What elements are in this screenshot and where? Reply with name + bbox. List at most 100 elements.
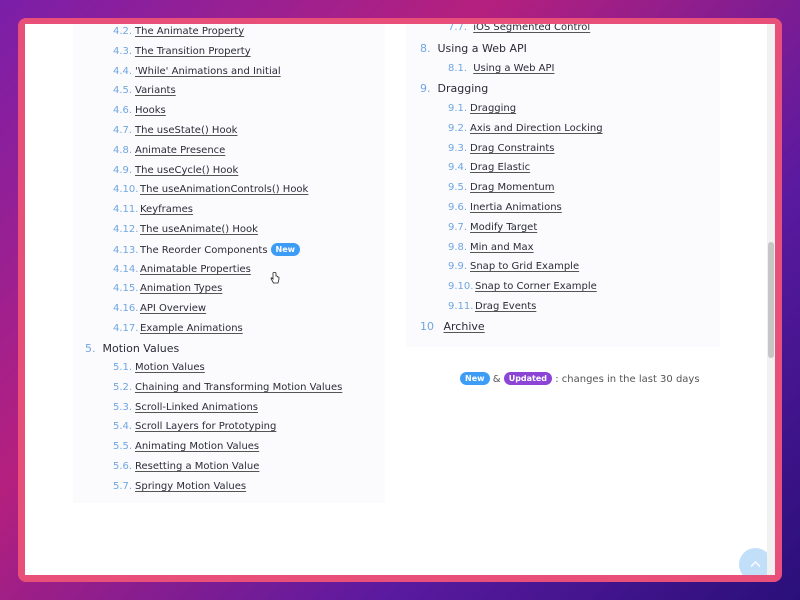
- toc-item[interactable]: 4.15. Animation Types: [113, 282, 222, 296]
- toc-item-link[interactable]: Animate Presence: [135, 145, 225, 156]
- toc-item-link[interactable]: The Reorder Components: [140, 245, 268, 256]
- toc-section-link[interactable]: Archive: [444, 320, 485, 333]
- toc-item-link[interactable]: Scroll-Linked Animations: [135, 402, 258, 413]
- toc-item-link[interactable]: Animation Types: [140, 283, 222, 294]
- toc-item-link[interactable]: Keyframes: [140, 204, 193, 215]
- toc-item-link[interactable]: The useAnimationControls() Hook: [140, 184, 308, 195]
- toc-section-dragging[interactable]: 9. Dragging: [420, 82, 488, 96]
- toc-item-link[interactable]: Resetting a Motion Value: [135, 461, 259, 472]
- toc-item[interactable]: 5.3. Scroll-Linked Animations: [113, 401, 258, 415]
- toc-item[interactable]: 4.6. Hooks: [113, 104, 166, 118]
- toc-item[interactable]: 5.6. Resetting a Motion Value: [113, 460, 259, 474]
- toc-item[interactable]: 4.10. The useAnimationControls() Hook: [113, 183, 308, 197]
- toc-item[interactable]: 4.7. The useState() Hook: [113, 124, 237, 138]
- toc-section-number: 8.: [420, 42, 431, 55]
- toc-item-link[interactable]: The Transition Property: [135, 46, 251, 57]
- toc-item-link[interactable]: API Overview: [140, 303, 206, 314]
- toc-item-link[interactable]: Scroll Layers for Prototyping: [135, 421, 276, 432]
- toc-item-number: 4.4.: [113, 65, 133, 77]
- toc-item-link[interactable]: iOS Segmented Control: [473, 24, 590, 33]
- toc-item-link[interactable]: Motion Values: [135, 362, 205, 373]
- toc-item-number: 4.2.: [113, 26, 133, 37]
- toc-item[interactable]: 4.4. 'While' Animations and Initial: [113, 65, 281, 79]
- toc-item[interactable]: 5.2. Chaining and Transforming Motion Val…: [113, 381, 342, 395]
- toc-item-number: 4.7.: [113, 125, 133, 136]
- toc-item[interactable]: 4.13. The Reorder Components New: [113, 242, 301, 258]
- toc-item-link[interactable]: Using a Web API: [473, 63, 554, 74]
- toc-item-number: 9.1.: [448, 103, 468, 114]
- toc-item-number: 4.17.: [113, 323, 139, 334]
- toc-item[interactable]: 9.8. Min and Max: [448, 241, 534, 255]
- toc-item[interactable]: 4.11. Keyframes: [113, 203, 193, 217]
- toc-item-number: 4.16.: [113, 303, 139, 315]
- toc-section-motion-values[interactable]: 5. Motion Values: [85, 342, 179, 356]
- toc-item[interactable]: 5.4. Scroll Layers for Prototyping: [113, 420, 276, 434]
- toc-item[interactable]: 9.3. Drag Constraints: [448, 142, 555, 156]
- badge-legend: New & Updated : changes in the last 30 d…: [460, 372, 700, 385]
- new-badge: New: [460, 372, 490, 385]
- toc-item-link[interactable]: Drag Events: [475, 301, 536, 312]
- toc-item-link[interactable]: Springy Motion Values: [135, 481, 246, 492]
- toc-item[interactable]: 4.5. Variants: [113, 84, 176, 98]
- toc-item-link[interactable]: Min and Max: [470, 242, 534, 253]
- toc-item-link[interactable]: Axis and Direction Locking: [470, 123, 603, 134]
- toc-item[interactable]: 4.16. API Overview: [113, 302, 206, 316]
- toc-item[interactable]: 9.1. Dragging: [448, 102, 516, 116]
- toc-item-link[interactable]: 'While' Animations and Initial: [135, 66, 281, 77]
- toc-item[interactable]: 9.11. Drag Events: [448, 300, 536, 314]
- toc-item[interactable]: 9.2. Axis and Direction Locking: [448, 122, 603, 136]
- toc-item-link[interactable]: Animatable Properties: [140, 264, 251, 275]
- toc-section-number: 9.: [420, 82, 431, 95]
- toc-item-link[interactable]: Snap to Grid Example: [470, 261, 579, 272]
- toc-item-link[interactable]: Drag Elastic: [470, 162, 530, 173]
- toc-item-link[interactable]: Example Animations: [140, 323, 243, 334]
- toc-item-number: 5.1.: [113, 362, 133, 373]
- toc-item-link[interactable]: Variants: [135, 85, 176, 96]
- toc-item[interactable]: 5.1. Motion Values: [113, 361, 205, 375]
- browser-viewport: 4.2. The Animate Property 4.3. The Transiti…: [25, 24, 775, 575]
- toc-item-link[interactable]: The useState() Hook: [135, 125, 237, 136]
- toc-item-number: 4.13.: [113, 244, 139, 256]
- toc-item-number: 9.3.: [448, 142, 468, 154]
- toc-item-link[interactable]: Drag Momentum: [470, 182, 554, 193]
- toc-section-web-api[interactable]: 8. Using a Web API: [420, 42, 527, 56]
- toc-item-number: 9.11.: [448, 301, 474, 312]
- toc-section-archive[interactable]: 10 Archive: [420, 320, 485, 334]
- toc-item[interactable]: 8.1. Using a Web API: [448, 62, 554, 76]
- scrollbar-thumb[interactable]: [768, 242, 774, 358]
- updated-badge: Updated: [503, 372, 553, 385]
- toc-item[interactable]: 5.5. Animating Motion Values: [113, 440, 259, 454]
- toc-item[interactable]: 4.12. The useAnimate() Hook: [113, 223, 258, 237]
- toc-item-link[interactable]: The useCycle() Hook: [135, 165, 238, 176]
- toc-item[interactable]: 4.9. The useCycle() Hook: [113, 164, 238, 178]
- toc-item[interactable]: 4.2. The Animate Property: [113, 25, 244, 39]
- toc-item-number: 5.4.: [113, 421, 133, 433]
- toc-item-number: 4.10.: [113, 184, 139, 196]
- toc-item[interactable]: 5.7. Springy Motion Values: [113, 480, 246, 494]
- toc-section-label: Motion Values: [102, 342, 180, 355]
- toc-item-link[interactable]: Chaining and Transforming Motion Values: [135, 382, 342, 393]
- toc-item-link[interactable]: Animating Motion Values: [135, 441, 259, 452]
- toc-item-link[interactable]: Snap to Corner Example: [475, 281, 597, 292]
- toc-item-link[interactable]: Inertia Animations: [470, 202, 562, 213]
- toc-item[interactable]: 4.8. Animate Presence: [113, 144, 225, 158]
- toc-item[interactable]: 9.10. Snap to Corner Example: [448, 280, 597, 294]
- toc-item-link[interactable]: Drag Constraints: [470, 143, 555, 154]
- toc-item[interactable]: 7.7. iOS Segmented Control: [448, 24, 590, 35]
- toc-item[interactable]: 9.6. Inertia Animations: [448, 201, 562, 215]
- toc-item-link[interactable]: The useAnimate() Hook: [140, 224, 258, 235]
- vertical-scrollbar[interactable]: [767, 24, 775, 575]
- toc-item-number: 5.2.: [113, 381, 133, 393]
- toc-item[interactable]: 4.14. Animatable Properties: [113, 263, 251, 277]
- toc-item[interactable]: 9.4. Drag Elastic: [448, 161, 530, 175]
- toc-item-link[interactable]: Dragging: [470, 103, 516, 114]
- toc-item-link[interactable]: Modify Target: [470, 222, 537, 233]
- toc-item[interactable]: 4.3. The Transition Property: [113, 45, 251, 59]
- toc-item-link[interactable]: The Animate Property: [135, 26, 244, 37]
- toc-item[interactable]: 4.17. Example Animations: [113, 322, 243, 336]
- toc-item[interactable]: 9.5. Drag Momentum: [448, 181, 554, 195]
- toc-item[interactable]: 9.9. Snap to Grid Example: [448, 260, 579, 274]
- toc-item[interactable]: 9.7. Modify Target: [448, 221, 537, 235]
- toc-item-link[interactable]: Hooks: [135, 105, 166, 116]
- toc-item-number: 4.6.: [113, 105, 133, 117]
